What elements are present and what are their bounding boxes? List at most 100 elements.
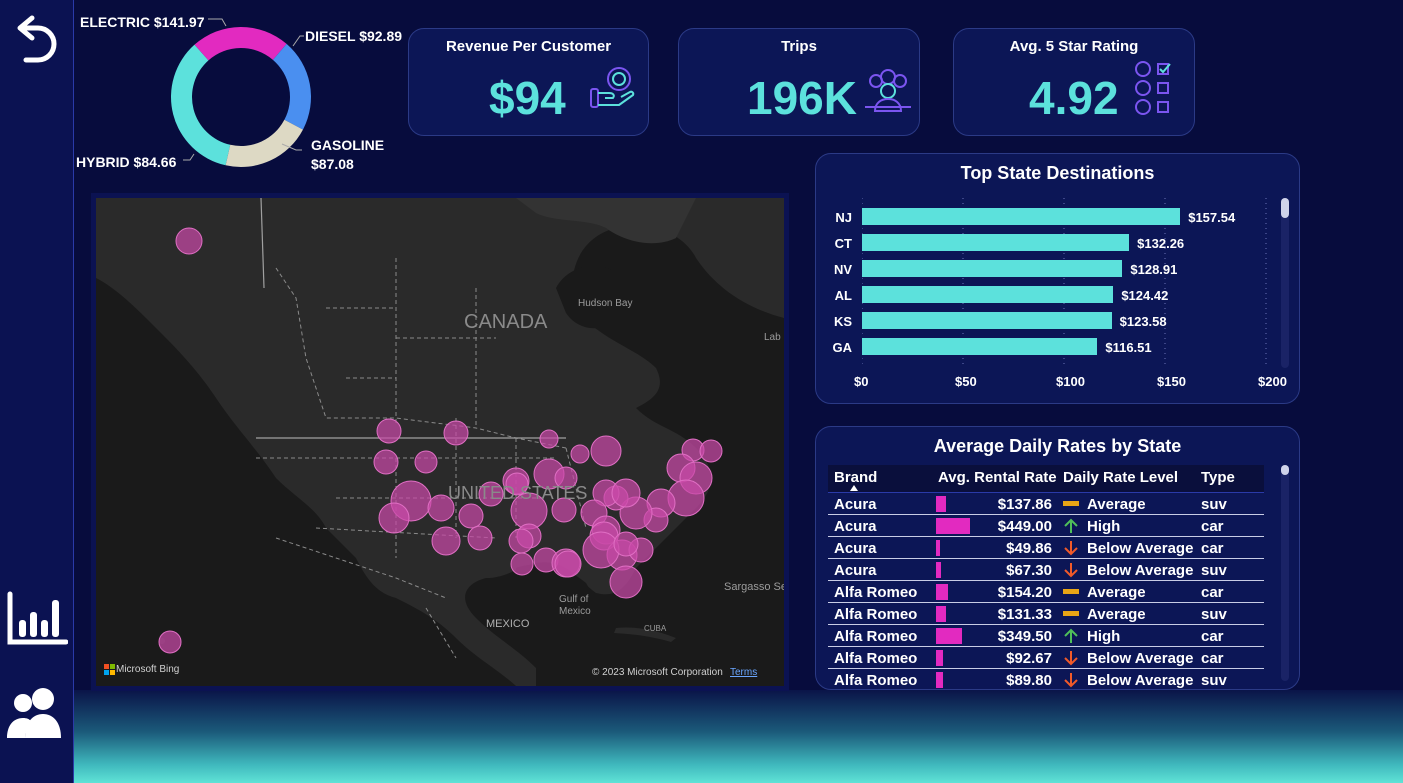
- map-label-sargasso: Sargasso Se: [724, 581, 784, 593]
- bar[interactable]: [862, 338, 1098, 355]
- map-bubble[interactable]: [582, 531, 620, 569]
- cell-type: suv: [1201, 672, 1227, 689]
- map-bubble[interactable]: [590, 435, 622, 467]
- dash-icon: [1063, 611, 1079, 616]
- cell-brand: Alfa Romeo: [834, 672, 918, 689]
- arrow-down-icon: [1064, 673, 1078, 688]
- bar-row[interactable]: CT $132.26: [816, 230, 1256, 256]
- map-bubble[interactable]: [510, 552, 534, 576]
- cell-type: suv: [1201, 606, 1227, 623]
- bottom-gradient-band: [74, 690, 1403, 783]
- map-bubble[interactable]: [378, 502, 410, 534]
- cell-level: High: [1087, 628, 1121, 645]
- cell-brand: Alfa Romeo: [834, 650, 918, 667]
- table-row[interactable]: Alfa Romeo $349.50 High car: [828, 625, 1264, 647]
- bar-category-label: NJ: [835, 210, 852, 225]
- bar-row[interactable]: NV $128.91: [816, 256, 1256, 282]
- column-header-type[interactable]: Type: [1201, 469, 1235, 486]
- table-row[interactable]: Alfa Romeo $92.67 Below Average car: [828, 647, 1264, 669]
- table-row[interactable]: Acura $67.30 Below Average suv: [828, 559, 1264, 581]
- map-bubble[interactable]: [467, 525, 493, 551]
- back-arrow-icon: [17, 15, 57, 63]
- cell-brand: Alfa Romeo: [834, 606, 918, 623]
- bar-category-label: CT: [834, 236, 852, 251]
- table-row[interactable]: Alfa Romeo $89.80 Below Average suv: [828, 669, 1264, 689]
- map-bubble[interactable]: [613, 531, 639, 557]
- map-bubble[interactable]: [431, 526, 461, 556]
- table-row[interactable]: Alfa Romeo $154.20 Average car: [828, 581, 1264, 603]
- kpi-value: $94: [489, 72, 566, 124]
- bar-value-label: $116.51: [1105, 340, 1152, 355]
- map-bubble[interactable]: [699, 439, 723, 463]
- report-button[interactable]: [0, 590, 74, 648]
- map-bubble[interactable]: [158, 630, 182, 654]
- bar-row[interactable]: KS $123.58: [816, 308, 1256, 334]
- scrollbar-thumb[interactable]: [1281, 198, 1289, 218]
- table-row[interactable]: Acura $49.86 Below Average car: [828, 537, 1264, 559]
- hand-coin-icon: [590, 67, 635, 108]
- map-bubble[interactable]: [458, 503, 484, 529]
- map-label-gulf-2: Mexico: [559, 606, 591, 617]
- bar[interactable]: [862, 234, 1130, 251]
- x-axis-tick-label: $0: [854, 374, 869, 389]
- kpi-title: Revenue Per Customer: [445, 38, 612, 55]
- map-bubble[interactable]: [508, 528, 534, 554]
- cell-rate: $349.50: [997, 628, 1052, 645]
- rate-data-bar: [936, 496, 947, 512]
- table-row[interactable]: Acura $137.86 Average suv: [828, 493, 1264, 515]
- table-row[interactable]: Acura $449.00 High car: [828, 515, 1264, 537]
- donut-slice-gasoline[interactable]: [272, 43, 311, 130]
- bar[interactable]: [862, 312, 1112, 329]
- map-base-svg: [96, 198, 784, 686]
- bar[interactable]: [862, 260, 1123, 277]
- table-scrollbar-track[interactable]: [1281, 465, 1289, 681]
- map-bubble[interactable]: [611, 478, 641, 508]
- map-bubble[interactable]: [609, 565, 643, 599]
- bar-row[interactable]: NJ $157.54: [816, 204, 1256, 230]
- donut-label-hybrid: HYBRID $84.66: [76, 154, 177, 170]
- map-bubble[interactable]: [175, 227, 203, 255]
- donut-slice-diesel[interactable]: [194, 27, 287, 61]
- map-terms-link[interactable]: Terms: [730, 667, 757, 678]
- bar-row[interactable]: GA $116.51: [816, 334, 1256, 360]
- cell-rate: $154.20: [997, 584, 1052, 601]
- scrollbar-track[interactable]: [1281, 198, 1289, 368]
- cell-rate: $449.00: [997, 518, 1052, 535]
- cell-rate: $49.86: [1006, 540, 1052, 557]
- panel-title: Average Daily Rates by State: [933, 436, 1182, 456]
- arrow-down-icon: [1064, 541, 1078, 556]
- map-bubble[interactable]: [376, 418, 402, 444]
- column-header-rate[interactable]: Avg. Rental Rate: [938, 469, 1057, 486]
- trip-destinations-map[interactable]: CANADA UNITED STATES MEXICO Hudson Bay G…: [91, 193, 789, 691]
- bar[interactable]: [862, 286, 1114, 303]
- map-bubble[interactable]: [373, 449, 399, 475]
- table-header: Brand Avg. Rental Rate Daily Rate Level …: [828, 465, 1264, 493]
- map-bubble[interactable]: [554, 550, 582, 578]
- map-bubble[interactable]: [570, 444, 590, 464]
- column-header-brand[interactable]: Brand: [834, 469, 877, 486]
- rate-data-bar: [936, 650, 944, 666]
- map-bubble[interactable]: [414, 450, 438, 474]
- donut-slice-hybrid[interactable]: [225, 119, 303, 167]
- donut-label-diesel: DIESEL $92.89: [305, 28, 403, 44]
- column-header-level[interactable]: Daily Rate Level: [1063, 469, 1178, 486]
- rate-data-bar: [936, 518, 970, 534]
- map-copyright: © 2023 Microsoft Corporation: [592, 667, 723, 678]
- kpi-value: 4.92: [1029, 72, 1119, 124]
- x-axis-tick-label: $100: [1056, 374, 1085, 389]
- users-button[interactable]: [0, 686, 74, 740]
- cell-rate: $89.80: [1006, 672, 1052, 689]
- map-canvas[interactable]: CANADA UNITED STATES MEXICO Hudson Bay G…: [96, 198, 784, 686]
- donut-slice-electric[interactable]: [171, 44, 231, 166]
- bar[interactable]: [862, 208, 1181, 225]
- bar-value-label: $123.58: [1119, 314, 1167, 329]
- bar-category-label: GA: [832, 340, 853, 355]
- map-bubble[interactable]: [539, 429, 559, 449]
- bar-row[interactable]: AL $124.42: [816, 282, 1256, 308]
- table-row[interactable]: Alfa Romeo $131.33 Average suv: [828, 603, 1264, 625]
- average-daily-rates-panel: Average Daily Rates by State Brand Avg. …: [815, 426, 1300, 690]
- table-scrollbar-thumb[interactable]: [1281, 465, 1289, 475]
- map-bubble[interactable]: [443, 420, 469, 446]
- cell-level: Average: [1087, 606, 1146, 623]
- back-button[interactable]: [0, 14, 74, 68]
